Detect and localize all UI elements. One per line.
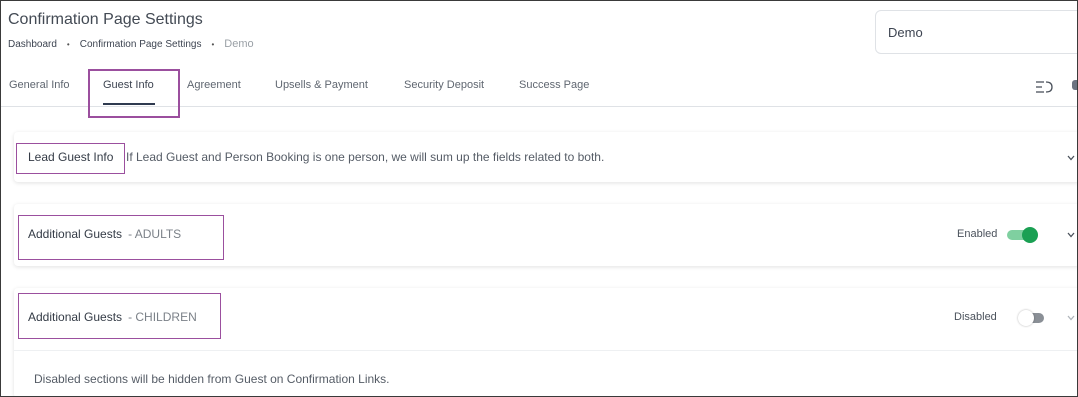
property-select-value: Demo [888, 25, 923, 40]
lead-guest-highlight-box [16, 143, 125, 174]
chevron-down-icon[interactable] [1066, 230, 1076, 240]
breadcrumb-dashboard[interactable]: Dashboard [8, 39, 57, 50]
lead-guest-section[interactable]: Lead Guest Info If Lead Guest and Person… [14, 132, 1077, 182]
children-status-label: Disabled [954, 311, 997, 323]
tab-success-page[interactable]: Success Page [519, 79, 589, 91]
lead-guest-description: If Lead Guest and Person Booking is one … [126, 150, 605, 164]
children-highlight-box [18, 293, 221, 339]
page-title: Confirmation Page Settings [8, 11, 203, 28]
tab-agreement[interactable]: Agreement [187, 79, 241, 91]
adults-toggle[interactable] [1007, 227, 1038, 243]
children-toggle[interactable] [1018, 310, 1048, 326]
tab-general-info[interactable]: General Info [9, 79, 70, 91]
edge-handle-icon [1072, 80, 1077, 90]
breadcrumb-current: Demo [224, 38, 254, 50]
adults-highlight-box [18, 215, 224, 260]
toggle-knob [1022, 227, 1038, 243]
breadcrumb-separator: • [211, 39, 215, 49]
toggle-knob [1018, 310, 1034, 326]
disabled-sections-note: Disabled sections will be hidden from Gu… [34, 372, 390, 386]
collapse-menu-icon[interactable] [1035, 80, 1053, 94]
breadcrumb: Dashboard • Confirmation Page Settings •… [8, 38, 254, 50]
breadcrumb-separator: • [66, 39, 70, 49]
tab-security-deposit[interactable]: Security Deposit [404, 79, 484, 91]
tab-upsells-payment[interactable]: Upsells & Payment [275, 79, 368, 91]
page-frame: Confirmation Page Settings Dashboard • C… [0, 0, 1078, 397]
breadcrumb-confirmation-page-settings[interactable]: Confirmation Page Settings [80, 39, 202, 50]
section-divider [14, 350, 1077, 351]
property-select[interactable]: Demo [875, 10, 1077, 54]
chevron-down-icon[interactable] [1066, 313, 1076, 323]
tab-highlight-box [88, 69, 180, 118]
chevron-down-icon[interactable] [1066, 153, 1076, 163]
adults-status-label: Enabled [957, 228, 998, 240]
